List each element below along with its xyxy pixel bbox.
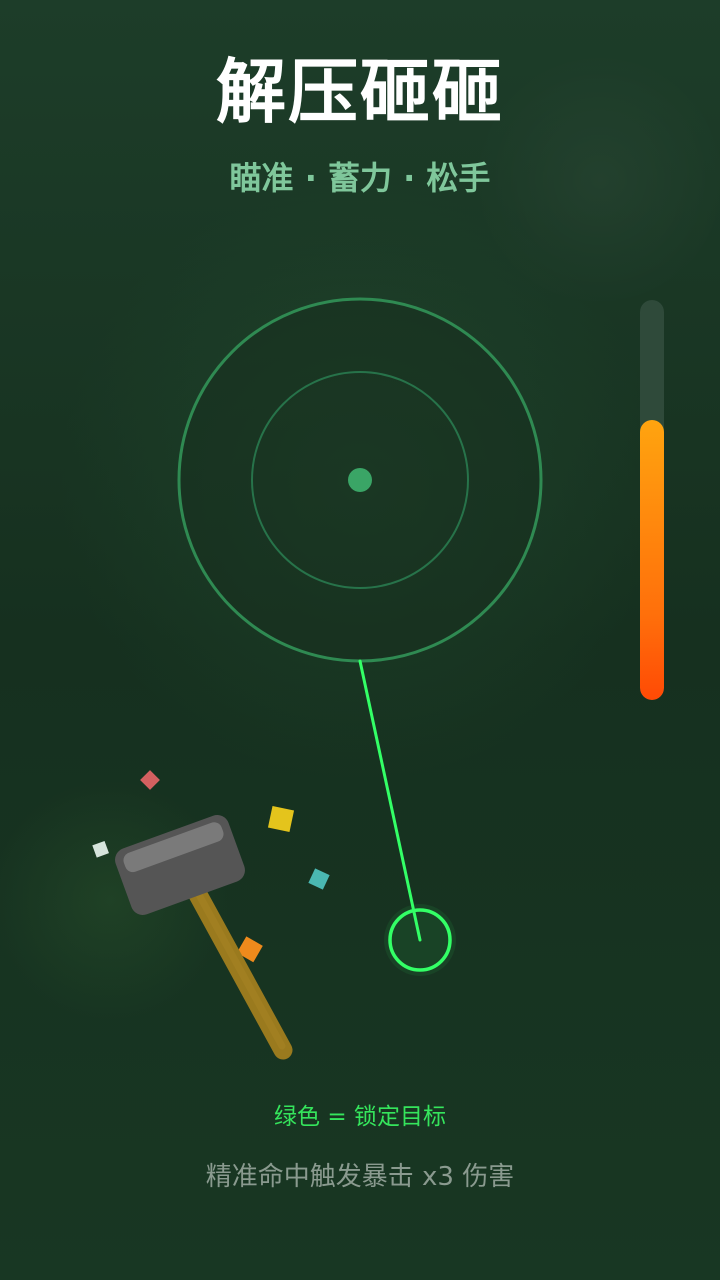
debris-piece (92, 840, 109, 858)
aim-line (358, 659, 422, 942)
aim-cursor-icon[interactable] (384, 904, 456, 976)
crit-hint: 精准命中触发暴击 x3 伤害 (205, 1162, 515, 1192)
debris-piece (308, 868, 330, 890)
debris-piece (267, 805, 295, 833)
play-field[interactable] (0, 0, 720, 1280)
debris-piece (140, 770, 160, 790)
power-meter-fill (640, 420, 664, 700)
power-meter (640, 300, 664, 700)
lock-hint: 绿色 = 锁定目标 (274, 1104, 446, 1130)
game-stage[interactable]: 解压砸砸 瞄准 · 蓄力 · 松手 绿色 = 锁定目标 精准命中触发暴击 x3 … (0, 0, 720, 1280)
target-bullseye (348, 468, 372, 492)
target-icon[interactable] (177, 297, 543, 663)
hammer-icon[interactable] (112, 812, 293, 1060)
